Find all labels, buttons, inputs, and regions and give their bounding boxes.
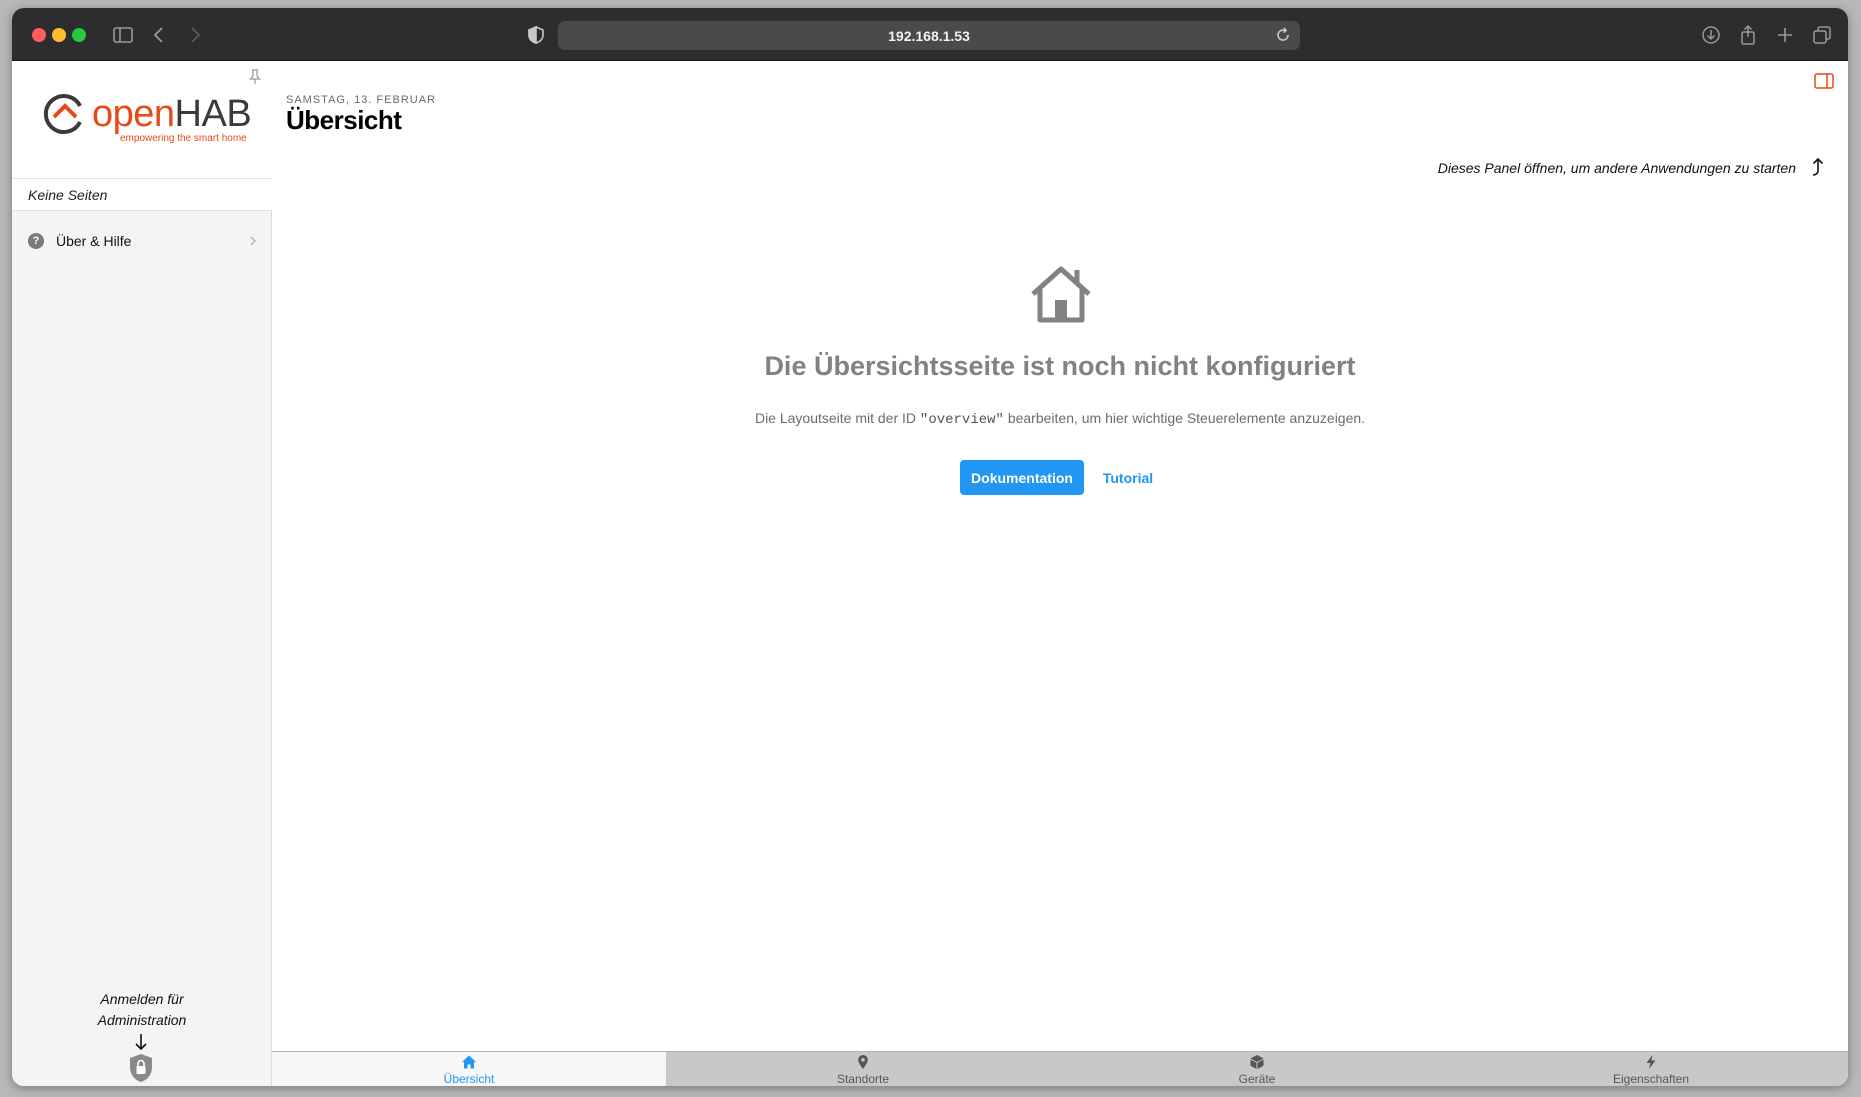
chevron-right-icon xyxy=(248,233,258,249)
cube-icon xyxy=(1250,1054,1264,1069)
new-tab-icon[interactable] xyxy=(1774,24,1796,46)
download-icon[interactable] xyxy=(1700,24,1722,46)
location-icon xyxy=(858,1054,868,1069)
home-icon xyxy=(462,1055,476,1068)
logo-tagline: empowering the smart home xyxy=(120,133,247,144)
close-window-button[interactable] xyxy=(32,28,46,42)
bottom-tabbar: Übersicht Standorte Geräte Eigenschaften xyxy=(272,1051,1848,1086)
sidebar-item-about-help[interactable]: ? Über & Hilfe xyxy=(12,221,272,261)
tab-devices[interactable]: Geräte xyxy=(1060,1052,1454,1086)
sidebar-item-label: Über & Hilfe xyxy=(56,233,132,249)
openhab-logo: openHAB empowering the smart home xyxy=(42,91,252,151)
login-hint: Anmelden für Administration xyxy=(97,991,187,1028)
browser-toolbar: 192.168.1.53 xyxy=(12,8,1848,61)
forward-icon[interactable] xyxy=(184,24,206,46)
back-icon[interactable] xyxy=(148,24,170,46)
home-icon xyxy=(1029,264,1093,324)
logo-area: openHAB empowering the smart home xyxy=(12,61,272,179)
sidebar-panel: openHAB empowering the smart home Keine … xyxy=(12,61,272,1086)
tab-properties[interactable]: Eigenschaften xyxy=(1454,1052,1848,1086)
question-icon: ? xyxy=(28,233,44,249)
overview-id-code: "overview" xyxy=(919,412,1004,428)
tab-overview-icon[interactable] xyxy=(1811,24,1833,46)
arrow-up-icon xyxy=(1810,155,1826,177)
zoom-window-button[interactable] xyxy=(72,28,86,42)
reload-icon[interactable] xyxy=(1274,26,1292,44)
panel-toggle-icon[interactable] xyxy=(1814,73,1834,89)
panel-hint: Dieses Panel öffnen, um andere Anwendung… xyxy=(1437,160,1796,176)
openhab-logo-icon xyxy=(43,94,82,134)
documentation-button[interactable]: Dokumentation xyxy=(960,460,1084,495)
address-bar[interactable]: 192.168.1.53 xyxy=(558,21,1300,50)
minimize-window-button[interactable] xyxy=(52,28,66,42)
browser-window: 192.168.1.53 openHAB empowering the smar… xyxy=(12,8,1848,1086)
url-text: 192.168.1.53 xyxy=(888,27,970,44)
tutorial-button[interactable]: Tutorial xyxy=(1098,460,1158,495)
pin-icon[interactable] xyxy=(248,69,262,85)
share-icon[interactable] xyxy=(1737,24,1759,46)
lock-icon[interactable] xyxy=(128,1053,154,1083)
no-pages-label: Keine Seiten xyxy=(12,179,272,211)
arrow-down-icon xyxy=(133,1033,149,1051)
bolt-icon xyxy=(1646,1054,1656,1069)
empty-state-title: Die Übersichtsseite ist noch nicht konfi… xyxy=(764,351,1356,381)
tab-overview[interactable]: Übersicht xyxy=(272,1052,666,1086)
page-title: Übersicht xyxy=(286,105,402,135)
logo-wordmark: openHAB xyxy=(92,93,252,135)
tab-locations[interactable]: Standorte xyxy=(666,1052,1060,1086)
empty-state-description: Die Layoutseite mit der ID "overview" be… xyxy=(754,410,1366,428)
privacy-shield-icon[interactable] xyxy=(526,25,546,45)
main-content: SAMSTAG, 13. FEBRUAR Übersicht Dieses Pa… xyxy=(272,61,1848,1051)
sidebar-toggle-icon[interactable] xyxy=(112,24,134,46)
